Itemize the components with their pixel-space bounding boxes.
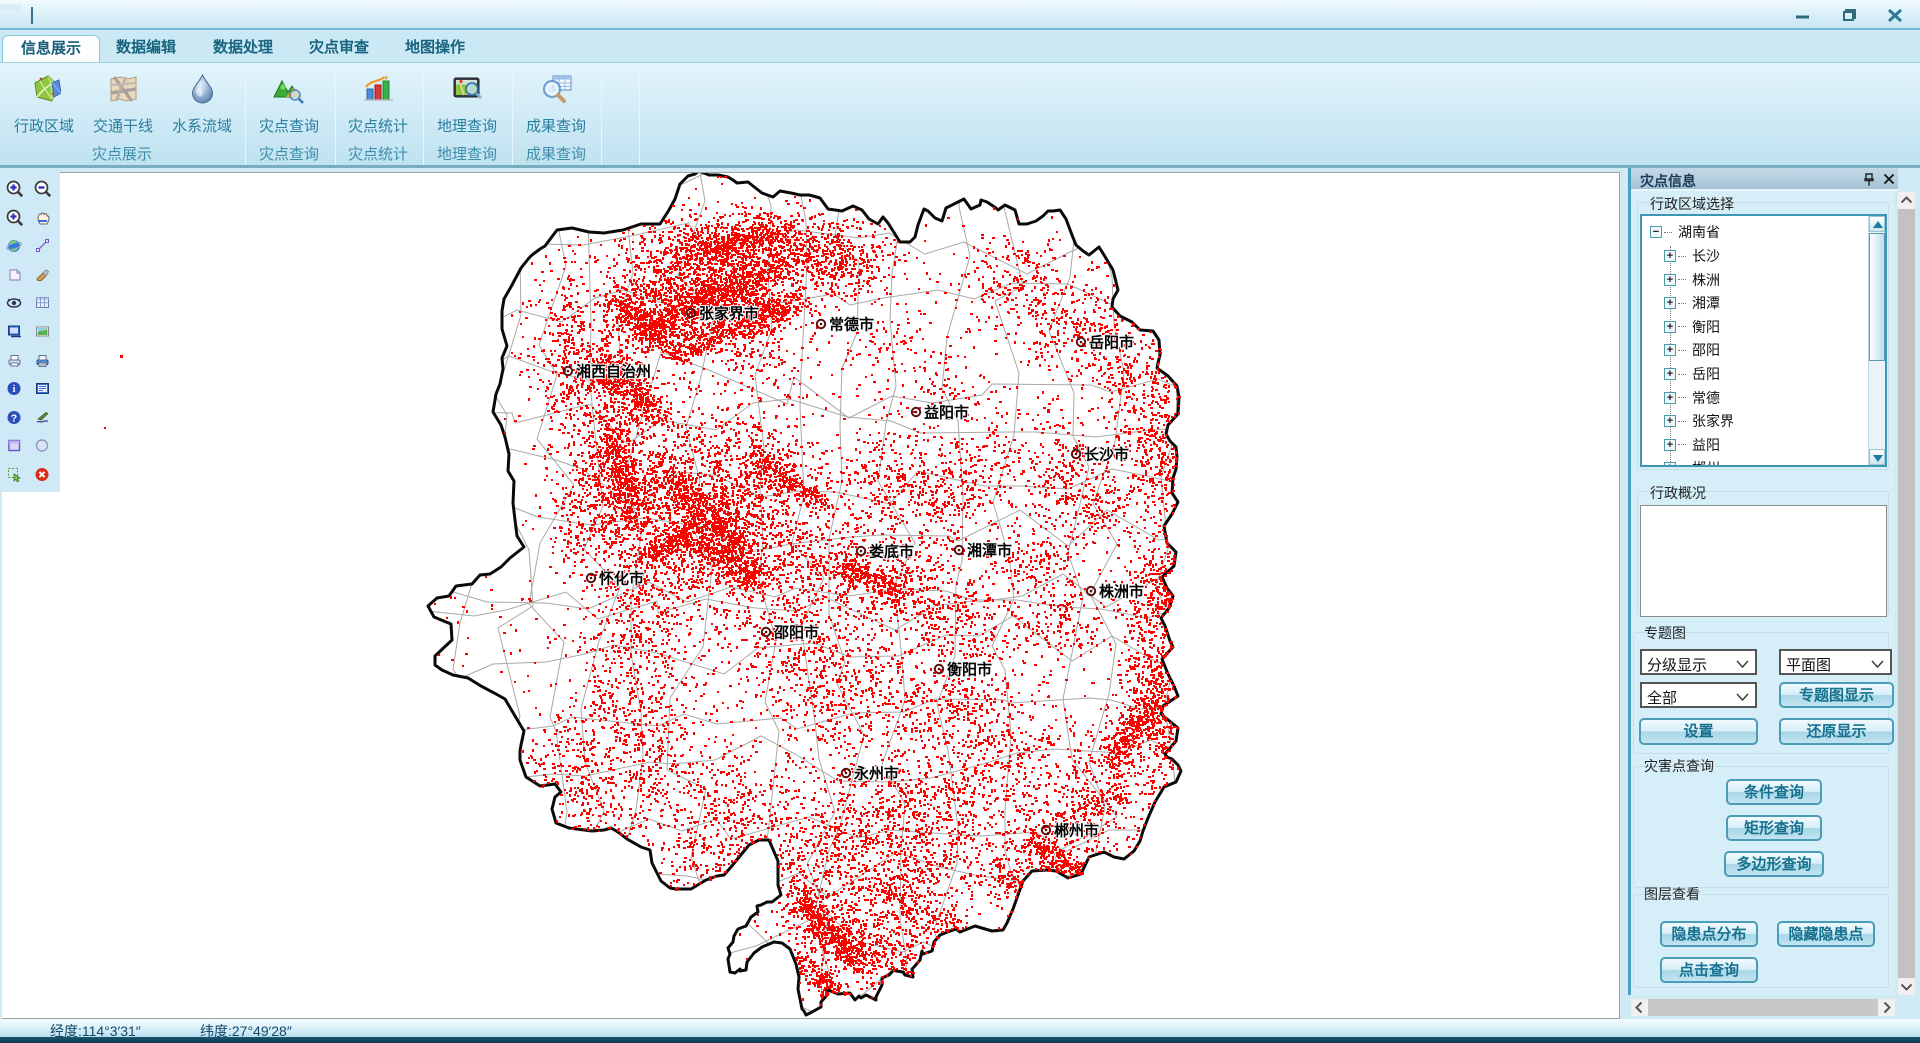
svg-text:永州市: 永州市 <box>853 765 899 783</box>
svg-text:岳阳市: 岳阳市 <box>1089 334 1134 352</box>
svg-text:湘西自治州: 湘西自治州 <box>576 363 651 381</box>
svg-text:常德市: 常德市 <box>829 316 874 334</box>
svg-text:i: i <box>13 384 16 395</box>
svg-text:衡阳市: 衡阳市 <box>947 661 992 679</box>
svg-text:株洲市: 株洲市 <box>1099 583 1144 601</box>
svg-text:郴州市: 郴州市 <box>1054 822 1099 840</box>
svg-text:怀化市: 怀化市 <box>599 570 644 588</box>
svg-text:湘潭市: 湘潭市 <box>967 542 1012 560</box>
svg-text:长沙市: 长沙市 <box>1084 446 1129 464</box>
svg-text:益阳市: 益阳市 <box>924 404 969 422</box>
svg-text:张家界市: 张家界市 <box>699 305 759 323</box>
svg-text:娄底市: 娄底市 <box>869 543 914 561</box>
svg-text:?: ? <box>11 413 17 425</box>
svg-text:邵阳市: 邵阳市 <box>773 624 819 642</box>
